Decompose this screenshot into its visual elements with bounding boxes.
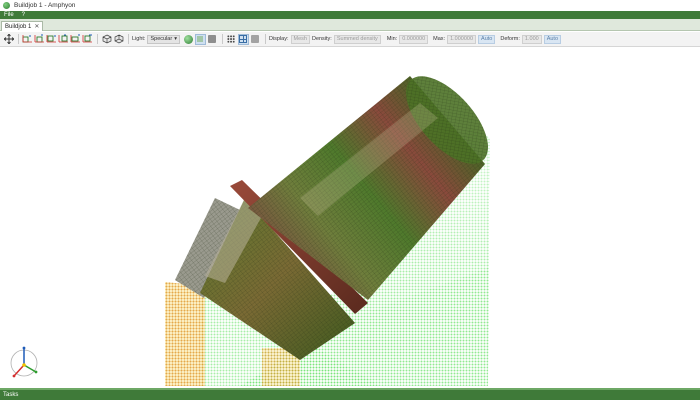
tab-label: Buildjob 1 xyxy=(5,23,32,30)
shading-sphere-icon[interactable] xyxy=(183,34,194,45)
max-input[interactable]: 1.000000 xyxy=(447,34,477,44)
points-grid-icon[interactable] xyxy=(226,34,237,45)
display-label: Display: xyxy=(268,36,289,42)
tasks-label: Tasks xyxy=(3,392,19,398)
flat-square-icon[interactable] xyxy=(250,34,261,45)
app-window: Buildjob 1 - Amphyon File ? Buildjob 1 ✕ xyxy=(0,0,700,400)
density-label: Density: xyxy=(311,36,332,42)
light-rays-icon[interactable] xyxy=(194,33,206,45)
view-front-icon[interactable] xyxy=(22,34,33,45)
view-bottom-icon[interactable] xyxy=(82,34,93,45)
3d-viewport[interactable] xyxy=(0,48,700,386)
toolbar-separator xyxy=(264,34,266,44)
app-logo-icon xyxy=(3,2,10,9)
deform-auto-button[interactable]: Auto xyxy=(543,34,562,44)
view-back-icon[interactable] xyxy=(34,34,45,45)
view-iso-icon[interactable] xyxy=(101,34,112,45)
light-label: Light: xyxy=(132,36,146,42)
menu-help[interactable]: ? xyxy=(18,12,29,18)
menu-bar: File ? xyxy=(0,11,700,19)
light-select-value: Specular xyxy=(150,36,173,42)
deform-input[interactable]: 1.000 xyxy=(521,34,542,44)
view-iso-alt-icon[interactable] xyxy=(113,34,124,45)
fit-view-icon[interactable] xyxy=(3,34,14,45)
chevron-down-icon: ▾ xyxy=(174,36,177,42)
solid-square-icon[interactable] xyxy=(207,34,218,45)
toolbar-separator xyxy=(97,34,98,44)
tasks-bar[interactable]: Tasks xyxy=(0,388,700,400)
part-render xyxy=(165,76,490,386)
menu-file[interactable]: File xyxy=(0,12,18,18)
max-label: Max: xyxy=(433,36,446,42)
view-toolbar: Light: Specular ▾ Display: Mesh Density:… xyxy=(0,32,700,47)
close-icon[interactable]: ✕ xyxy=(34,23,39,30)
deform-label: Deform: xyxy=(500,36,520,42)
view-top-icon[interactable] xyxy=(70,34,81,45)
density-select[interactable]: Summed density xyxy=(333,34,381,44)
toolbar-separator xyxy=(128,34,129,44)
view-right-icon[interactable] xyxy=(58,34,69,45)
toolbar-separator xyxy=(18,34,19,44)
view-left-icon[interactable] xyxy=(46,34,57,45)
display-select[interactable]: Mesh xyxy=(290,34,310,44)
max-auto-button[interactable]: Auto xyxy=(478,34,496,44)
window-title: Buildjob 1 - Amphyon xyxy=(14,2,76,9)
title-bar: Buildjob 1 - Amphyon xyxy=(0,0,700,11)
axis-gizmo-icon xyxy=(10,346,38,378)
document-tab-bar: Buildjob 1 ✕ xyxy=(0,19,700,31)
min-input[interactable]: 0.000000 xyxy=(399,34,429,44)
box-grid-icon[interactable] xyxy=(237,33,249,45)
min-label: Min: xyxy=(386,36,398,42)
tab-buildjob-1[interactable]: Buildjob 1 ✕ xyxy=(1,21,44,31)
light-select[interactable]: Specular ▾ xyxy=(147,34,180,44)
toolbar-separator xyxy=(221,34,223,44)
